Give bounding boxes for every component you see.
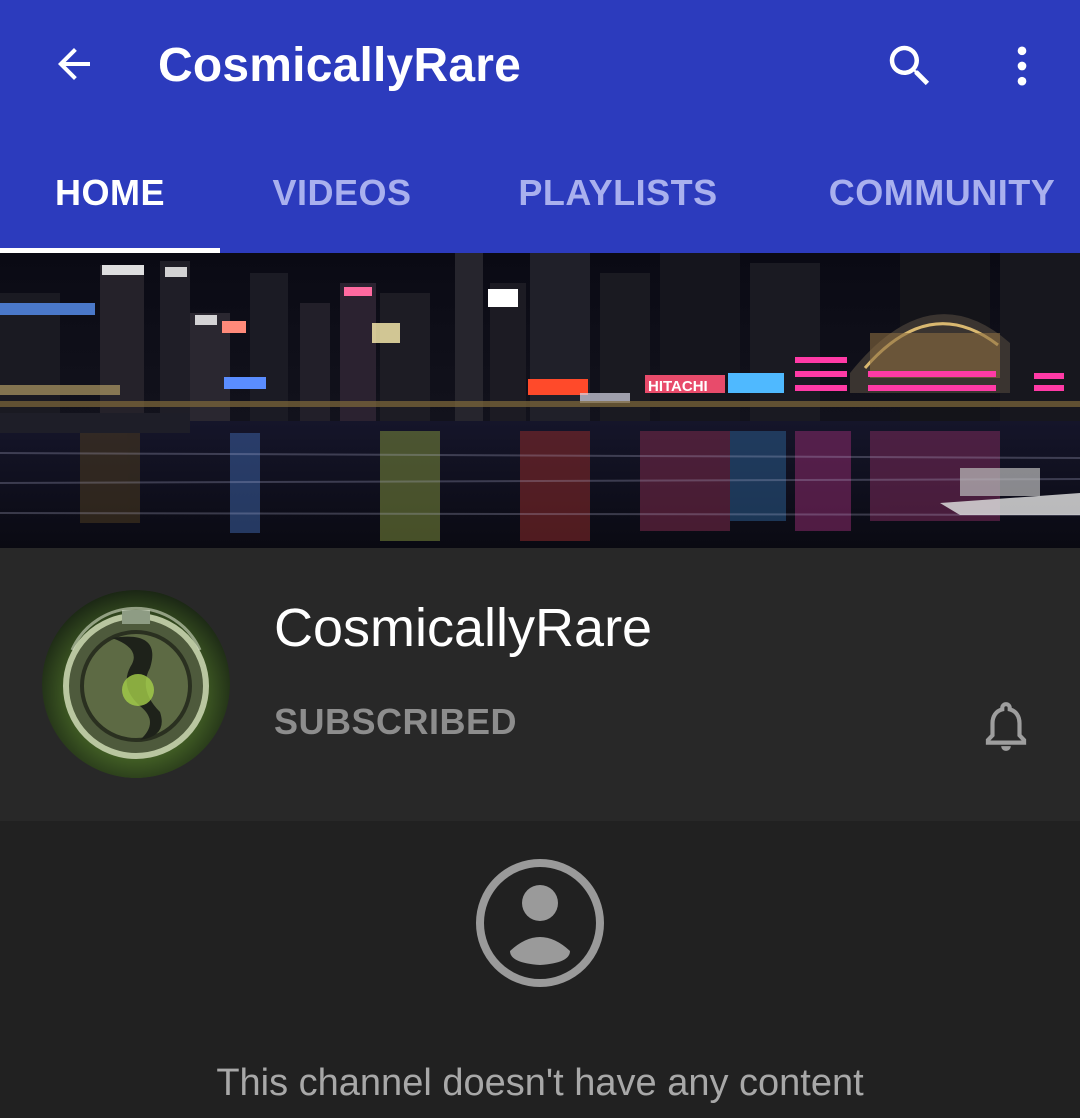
channel-header: CosmicallyRare SUBSCRIBED bbox=[0, 548, 1080, 821]
tab-playlists[interactable]: PLAYLISTS bbox=[486, 132, 750, 253]
notification-bell-button[interactable] bbox=[972, 692, 1040, 760]
search-button[interactable] bbox=[878, 34, 942, 98]
search-icon bbox=[889, 45, 930, 86]
channel-name: CosmicallyRare bbox=[274, 598, 653, 658]
channel-avatar[interactable] bbox=[42, 590, 230, 778]
arrow-back-icon bbox=[58, 48, 90, 80]
more-vert-icon bbox=[1017, 46, 1027, 86]
channel-avatar-image bbox=[42, 590, 230, 778]
empty-content-message: This channel doesn't have any content bbox=[216, 1062, 864, 1104]
hitachi-sign: HITACHI bbox=[648, 378, 708, 395]
channel-content-area: This channel doesn't have any content bbox=[0, 821, 1080, 1118]
more-options-button[interactable] bbox=[990, 34, 1054, 98]
channel-tabs: HOME VIDEOS PLAYLISTS COMMUNITY bbox=[0, 132, 1080, 253]
tab-community[interactable]: COMMUNITY bbox=[810, 132, 1074, 253]
city-night-skyline-image: HITACHI bbox=[0, 253, 1080, 548]
account-circle-icon bbox=[476, 859, 604, 987]
app-bar-title: CosmicallyRare bbox=[158, 39, 521, 92]
youtube-channel-page: CosmicallyRare HOME VIDEOS PLAYLISTS COM… bbox=[0, 0, 1080, 1118]
tab-home[interactable]: HOME bbox=[0, 132, 220, 253]
app-bar: CosmicallyRare bbox=[0, 0, 1080, 132]
bell-icon bbox=[985, 702, 1027, 751]
tab-videos[interactable]: VIDEOS bbox=[232, 132, 452, 253]
back-button[interactable] bbox=[42, 32, 106, 96]
channel-banner: HITACHI bbox=[0, 253, 1080, 548]
subscribed-button[interactable]: SUBSCRIBED bbox=[274, 700, 517, 744]
